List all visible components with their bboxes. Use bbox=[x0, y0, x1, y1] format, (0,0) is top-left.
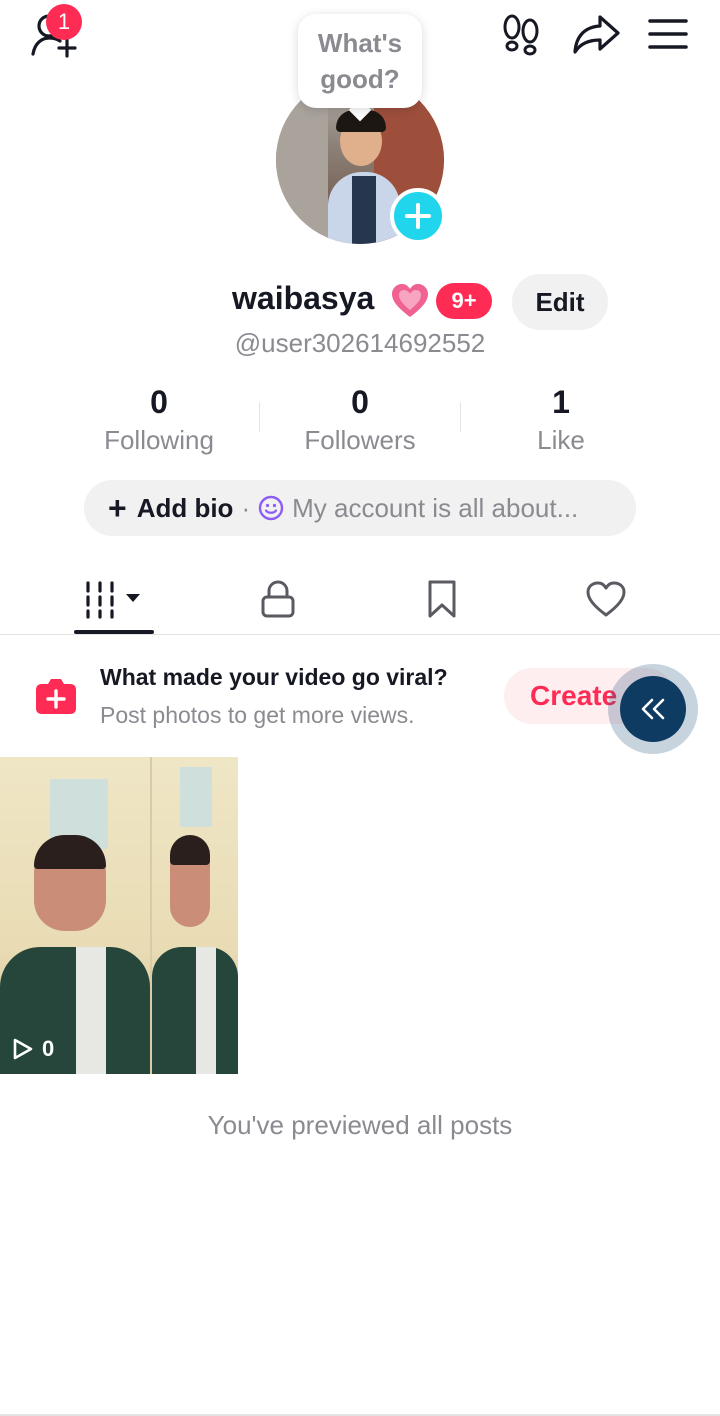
notification-badge: 1 bbox=[46, 4, 82, 40]
tab-private[interactable] bbox=[228, 566, 328, 632]
likes-label: Like bbox=[537, 425, 585, 455]
name-badge[interactable]: 9+ bbox=[436, 283, 492, 319]
floating-collapse-button[interactable] bbox=[608, 664, 698, 754]
play-icon bbox=[13, 1038, 33, 1060]
bookmark-icon bbox=[428, 580, 456, 618]
end-of-posts-message: You've previewed all posts bbox=[207, 1110, 513, 1140]
followers-label: Followers bbox=[304, 425, 416, 455]
view-count-value: 0 bbox=[42, 1036, 55, 1061]
share-icon bbox=[573, 15, 620, 54]
view-count: 0 bbox=[12, 1036, 54, 1062]
tab-liked[interactable] bbox=[556, 566, 656, 632]
add-bio-button[interactable]: + Add bio · My account is all about... bbox=[84, 480, 636, 536]
hamburger-menu-icon bbox=[648, 19, 688, 49]
profile-views-button[interactable] bbox=[498, 14, 544, 56]
following-label: Following bbox=[104, 425, 214, 455]
footprints-icon bbox=[503, 14, 539, 56]
promo-title: What made your video go viral? bbox=[100, 664, 448, 690]
lock-icon bbox=[261, 580, 295, 618]
add-story-button[interactable] bbox=[390, 188, 446, 244]
share-profile-button[interactable] bbox=[570, 12, 622, 56]
separator-dot: · bbox=[241, 492, 251, 523]
followers-count: 0 bbox=[351, 384, 369, 420]
likes-count: 1 bbox=[552, 384, 570, 420]
menu-button[interactable] bbox=[646, 16, 690, 52]
sparkling-heart-icon bbox=[390, 282, 430, 322]
bio-placeholder: My account is all about... bbox=[292, 492, 579, 523]
plus-icon: + bbox=[108, 489, 127, 526]
videos-grid-icon bbox=[86, 581, 140, 619]
post-thumbnail[interactable]: 0 bbox=[0, 757, 238, 1074]
heart-icon bbox=[586, 581, 626, 617]
promo-subtitle: Post photos to get more views. bbox=[100, 702, 415, 728]
username-handle: @user302614692552 bbox=[234, 328, 486, 358]
add-bio-label: Add bio bbox=[136, 492, 234, 523]
likes-stat[interactable]: 1 Like bbox=[461, 384, 661, 458]
smiley-icon bbox=[258, 495, 284, 521]
edit-profile-button[interactable]: Edit bbox=[512, 274, 608, 330]
tab-videos[interactable] bbox=[64, 566, 164, 632]
plus-icon bbox=[405, 203, 431, 229]
create-post-icon bbox=[34, 676, 78, 716]
display-name: waibasya bbox=[232, 280, 375, 316]
following-stat[interactable]: 0 Following bbox=[59, 384, 259, 458]
following-count: 0 bbox=[150, 384, 168, 420]
double-chevron-left-icon bbox=[641, 698, 665, 720]
tabs-divider bbox=[0, 634, 720, 635]
status-bubble[interactable]: What's good? bbox=[298, 14, 422, 108]
tab-favorites[interactable] bbox=[392, 566, 492, 632]
followers-stat[interactable]: 0 Followers bbox=[260, 384, 460, 458]
